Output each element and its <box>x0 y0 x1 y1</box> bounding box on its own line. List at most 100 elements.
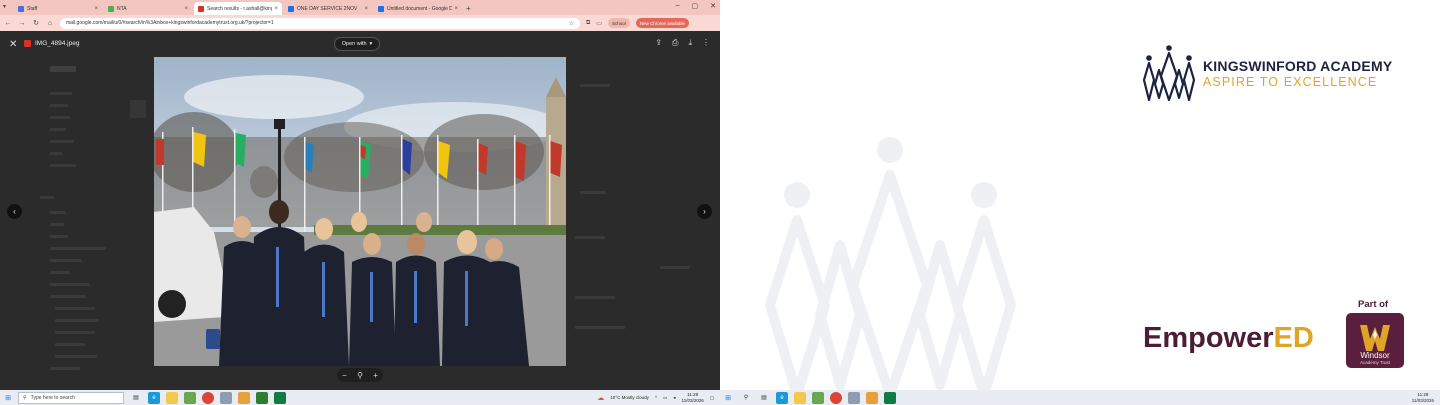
camera-icon-2[interactable] <box>848 391 860 404</box>
crown-logo-icon <box>1143 45 1195 102</box>
reload-icon[interactable]: ↻ <box>32 19 40 27</box>
add-to-drive-icon[interactable]: ⇪ <box>655 38 662 48</box>
school-logo: KINGSWINFORD ACADEMY ASPIRE TO EXCELLENC… <box>1143 44 1392 102</box>
close-viewer-icon[interactable]: ✕ <box>9 39 17 50</box>
chrome-update-chip[interactable]: New Chrome available <box>635 18 690 28</box>
store-icon[interactable] <box>184 391 196 404</box>
address-bar[interactable]: mail.google.com/mail/u/0/#search/in%3Ain… <box>60 17 580 29</box>
zoom-search-icon[interactable]: ⚲ <box>357 371 363 380</box>
tab-favicon-icon <box>378 5 384 12</box>
weather-icon: ☁ <box>597 394 605 402</box>
camera-icon[interactable] <box>220 391 232 404</box>
store-icon-2[interactable] <box>812 391 824 404</box>
task-view-icon-2[interactable]: ▤ <box>758 392 770 404</box>
close-window-icon[interactable]: ✕ <box>710 2 716 10</box>
forward-icon[interactable]: → <box>18 20 26 27</box>
tab-title: ONE DAY SERVICE 2NOV <box>297 5 358 12</box>
back-icon[interactable]: ← <box>4 20 12 27</box>
home-icon[interactable]: ⌂ <box>46 20 54 27</box>
notifications-icon[interactable]: ▢ <box>710 395 714 401</box>
window-controls: – ▢ ✕ <box>676 2 716 10</box>
file-explorer-icon-2[interactable] <box>794 391 806 404</box>
tab-close-icon[interactable]: × <box>274 6 278 12</box>
browser-tab[interactable]: Untitled document - Google Do…× <box>374 2 462 15</box>
app-icon-2[interactable] <box>866 391 878 404</box>
file-explorer-icon[interactable] <box>166 391 178 404</box>
tab-favicon-icon <box>108 5 114 12</box>
next-arrow-icon[interactable]: › <box>697 204 712 219</box>
open-with-label: Open with <box>341 41 367 47</box>
windsor-w-icon <box>1360 325 1390 351</box>
browser-tab-strip: ▾ Staff × NTA × Search results - r.ashall@ki… <box>0 0 720 15</box>
tab-title: Staff <box>27 5 38 12</box>
network-icon[interactable]: ▭ <box>663 395 667 401</box>
windows-start-icon[interactable]: ⊞ <box>2 394 14 402</box>
task-view-icon[interactable]: ▤ <box>130 392 142 404</box>
taskbar-date-2: 11/03/2026 <box>1411 397 1434 403</box>
viewer-actions: ⇪ ⎙ ⤓ ⋮ <box>655 38 710 48</box>
browser-tab[interactable]: NTA × <box>104 2 192 15</box>
tab-favicon-icon <box>198 5 204 12</box>
taskbar-clock[interactable]: 11:28 11/03/2026 <box>682 392 704 403</box>
school-name: KINGSWINFORD ACADEMY <box>1203 57 1393 74</box>
sidepanel-icon[interactable]: ▭ <box>596 20 602 27</box>
tab-title: Search results - r.ashall@kingswin… <box>207 5 273 12</box>
sheets-icon[interactable] <box>274 391 286 404</box>
windows-taskbar-2: ⊞ ⚲ ▤ e 11:28 11/03/2026 <box>720 390 1440 405</box>
more-options-icon[interactable]: ⋮ <box>702 38 710 48</box>
edge-icon-2[interactable]: e <box>776 391 788 404</box>
tab-title: NTA <box>117 5 127 12</box>
download-icon[interactable]: ⤓ <box>688 38 692 48</box>
app-icon[interactable] <box>238 391 250 404</box>
windsor-name: Windsor <box>1360 351 1390 360</box>
group-photo-image <box>154 57 566 366</box>
zoom-controls: − ⚲ + <box>337 368 383 382</box>
empowered-part-b: ED <box>1273 322 1314 354</box>
windows-taskbar: ⊞ ⚲ Type here to search ▤ e ☁ 10°C Mostl… <box>0 390 720 405</box>
browser-tab[interactable]: ONE DAY SERVICE 2NOV × <box>284 2 372 15</box>
right-monitor: KINGSWINFORD ACADEMY ASPIRE TO EXCELLENC… <box>720 0 1440 405</box>
excel-icon[interactable] <box>256 391 268 404</box>
print-icon[interactable]: ⎙ <box>672 38 678 48</box>
browser-tab[interactable]: Search results - r.ashall@kingswin…× <box>194 2 282 15</box>
minimize-icon[interactable]: – <box>676 2 680 10</box>
sheets-icon-2[interactable] <box>884 391 896 404</box>
maximize-icon[interactable]: ▢ <box>692 2 699 10</box>
empowered-part-a: Empower <box>1143 322 1274 354</box>
viewer-file-title: IMG_4894.jpeg <box>24 40 79 47</box>
search-icon: ⚲ <box>23 394 27 401</box>
edge-icon[interactable]: e <box>148 391 160 404</box>
profile-chip[interactable]: School <box>607 18 630 28</box>
windows-start-icon-2[interactable]: ⊞ <box>722 394 734 402</box>
search-icon-2[interactable]: ⚲ <box>740 392 752 404</box>
extensions-icon[interactable]: ⧉ <box>586 20 590 27</box>
tab-close-icon[interactable]: × <box>454 6 458 12</box>
previous-arrow-icon[interactable]: ‹ <box>7 204 22 219</box>
weather-text[interactable]: 10°C Mostly cloudy <box>610 395 649 400</box>
tab-close-icon[interactable]: × <box>184 6 188 12</box>
crown-watermark <box>765 137 1016 395</box>
browser-tab[interactable]: Staff × <box>14 2 102 15</box>
taskbar-date: 11/03/2026 <box>681 397 704 403</box>
tab-title: Untitled document - Google Do… <box>387 5 453 12</box>
tab-close-icon[interactable]: × <box>94 6 98 12</box>
tab-favicon-icon <box>288 5 294 12</box>
chrome-icon-2[interactable] <box>830 391 842 404</box>
windsor-sub: Academy Trust <box>1359 360 1390 365</box>
taskbar-search-placeholder: Type here to search <box>30 394 75 401</box>
chrome-icon[interactable] <box>202 391 214 404</box>
part-of-label: Part of <box>1358 299 1389 310</box>
zoom-out-icon[interactable]: − <box>342 371 347 380</box>
left-monitor: ▾ Staff × NTA × Search results - r.ashall@ki… <box>0 0 720 405</box>
zoom-in-icon[interactable]: + <box>373 371 378 380</box>
taskbar-search-box[interactable]: ⚲ Type here to search <box>18 391 124 404</box>
system-tray-2: 11:28 11/03/2026 <box>1412 390 1434 405</box>
volume-icon[interactable]: ◂ <box>673 395 675 401</box>
new-tab-button[interactable]: + <box>466 2 471 15</box>
open-with-button[interactable]: Open with ▾ <box>334 37 380 51</box>
bookmark-star-icon[interactable]: ☆ <box>569 20 574 27</box>
tray-chevron-icon[interactable]: ^ <box>655 395 657 400</box>
tab-close-icon[interactable]: × <box>364 6 368 12</box>
tab-search-icon[interactable]: ▾ <box>3 3 6 10</box>
taskbar-clock-2[interactable]: 11:28 11/03/2026 <box>1412 392 1434 403</box>
